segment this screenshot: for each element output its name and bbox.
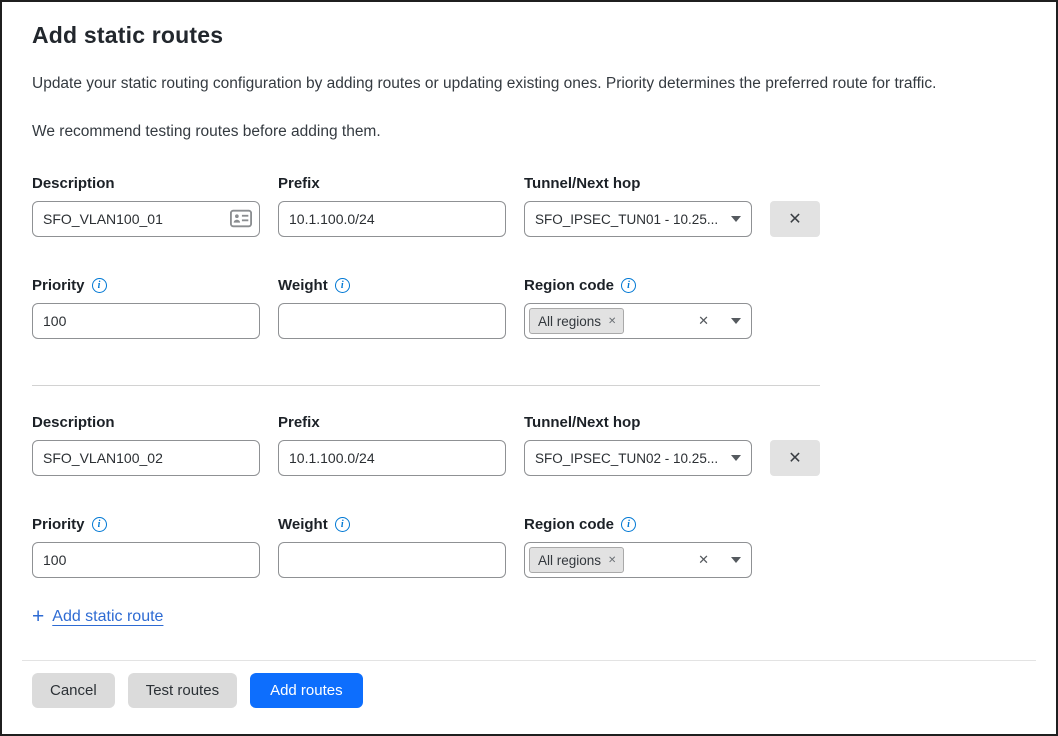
route-1-secondary-row: Priority i Weight i Region code i <box>32 277 1026 339</box>
info-icon[interactable]: i <box>621 278 636 293</box>
region-chip: All regions ✕ <box>529 308 624 334</box>
priority-label: Priority i <box>32 277 260 294</box>
plus-icon: + <box>32 608 44 626</box>
delete-route-button[interactable]: ✕ <box>770 440 820 476</box>
weight-label: Weight i <box>278 277 506 294</box>
weight-field-group: Weight i <box>278 277 506 339</box>
test-routes-button[interactable]: Test routes <box>128 673 237 708</box>
add-static-route-label: Add static route <box>52 608 163 626</box>
priority-field-group: Priority i <box>32 516 260 578</box>
region-chip: All regions ✕ <box>529 547 624 573</box>
tunnel-next-hop-label: Tunnel/Next hop <box>524 414 752 431</box>
info-icon[interactable]: i <box>92 517 107 532</box>
prefix-label: Prefix <box>278 175 506 192</box>
add-static-route-link[interactable]: + Add static route <box>32 608 163 626</box>
tunnel-selected-value: SFO_IPSEC_TUN01 - 10.25... <box>535 212 723 227</box>
close-icon: ✕ <box>788 209 801 229</box>
info-icon[interactable]: i <box>335 517 350 532</box>
tunnel-selected-value: SFO_IPSEC_TUN02 - 10.25... <box>535 451 723 466</box>
footer-actions: Cancel Test routes Add routes <box>2 661 1056 708</box>
region-code-multiselect[interactable]: All regions ✕ ✕ <box>524 542 752 578</box>
intro-text: Update your static routing configuration… <box>32 73 1026 95</box>
add-static-routes-dialog: { "dialog": { "title": "Add static route… <box>0 0 1058 736</box>
tunnel-next-hop-select[interactable]: SFO_IPSEC_TUN01 - 10.25... <box>524 201 752 237</box>
clear-selection-icon[interactable]: ✕ <box>698 552 709 568</box>
tunnel-next-hop-label: Tunnel/Next hop <box>524 175 752 192</box>
region-chip-label: All regions <box>538 553 601 568</box>
route-section-1: Description Prefix Tunnel/Nex <box>32 175 1026 339</box>
tunnel-field-group: Tunnel/Next hop SFO_IPSEC_TUN02 - 10.25.… <box>524 414 752 476</box>
clear-selection-icon[interactable]: ✕ <box>698 313 709 329</box>
contact-card-icon <box>230 209 252 228</box>
weight-label: Weight i <box>278 516 506 533</box>
chevron-down-icon <box>731 216 741 222</box>
prefix-field-group: Prefix <box>278 414 506 476</box>
info-icon[interactable]: i <box>621 517 636 532</box>
weight-input[interactable] <box>278 542 506 578</box>
region-chip-label: All regions <box>538 314 601 329</box>
chevron-down-icon <box>731 557 741 563</box>
description-field-group: Description <box>32 414 260 476</box>
priority-input[interactable] <box>32 303 260 339</box>
route-2-main-row: Description Prefix Tunnel/Next hop SFO_I… <box>32 414 1026 476</box>
cancel-button[interactable]: Cancel <box>32 673 115 708</box>
region-code-multiselect[interactable]: All regions ✕ ✕ <box>524 303 752 339</box>
prefix-input[interactable] <box>278 201 506 237</box>
weight-input[interactable] <box>278 303 506 339</box>
route-1-main-row: Description Prefix Tunnel/Nex <box>32 175 1026 237</box>
chevron-down-icon <box>731 318 741 324</box>
route-section-2: Description Prefix Tunnel/Next hop SFO_I… <box>32 414 1026 578</box>
prefix-input[interactable] <box>278 440 506 476</box>
chip-remove-icon[interactable]: ✕ <box>608 316 616 327</box>
info-icon[interactable]: i <box>92 278 107 293</box>
info-icon[interactable]: i <box>335 278 350 293</box>
region-code-label: Region code i <box>524 516 752 533</box>
description-label: Description <box>32 175 260 192</box>
prefix-label: Prefix <box>278 414 506 431</box>
description-field-group: Description <box>32 175 260 237</box>
chevron-down-icon <box>731 455 741 461</box>
priority-field-group: Priority i <box>32 277 260 339</box>
section-divider <box>32 385 820 386</box>
page-title: Add static routes <box>32 22 1026 49</box>
priority-input[interactable] <box>32 542 260 578</box>
region-code-label: Region code i <box>524 277 752 294</box>
priority-label: Priority i <box>32 516 260 533</box>
chip-remove-icon[interactable]: ✕ <box>608 555 616 566</box>
close-icon: ✕ <box>788 448 801 468</box>
region-code-field-group: Region code i All regions ✕ ✕ <box>524 516 752 578</box>
prefix-field-group: Prefix <box>278 175 506 237</box>
add-routes-button[interactable]: Add routes <box>250 673 363 708</box>
weight-field-group: Weight i <box>278 516 506 578</box>
dialog-content: Add static routes Update your static rou… <box>2 2 1056 626</box>
tunnel-field-group: Tunnel/Next hop SFO_IPSEC_TUN01 - 10.25.… <box>524 175 752 237</box>
delete-route-button[interactable]: ✕ <box>770 201 820 237</box>
description-input[interactable] <box>32 440 260 476</box>
region-code-field-group: Region code i All regions ✕ ✕ <box>524 277 752 339</box>
recommendation-text: We recommend testing routes before addin… <box>32 123 1026 141</box>
route-2-secondary-row: Priority i Weight i Region code i <box>32 516 1026 578</box>
tunnel-next-hop-select[interactable]: SFO_IPSEC_TUN02 - 10.25... <box>524 440 752 476</box>
description-label: Description <box>32 414 260 431</box>
description-input[interactable] <box>32 201 260 237</box>
